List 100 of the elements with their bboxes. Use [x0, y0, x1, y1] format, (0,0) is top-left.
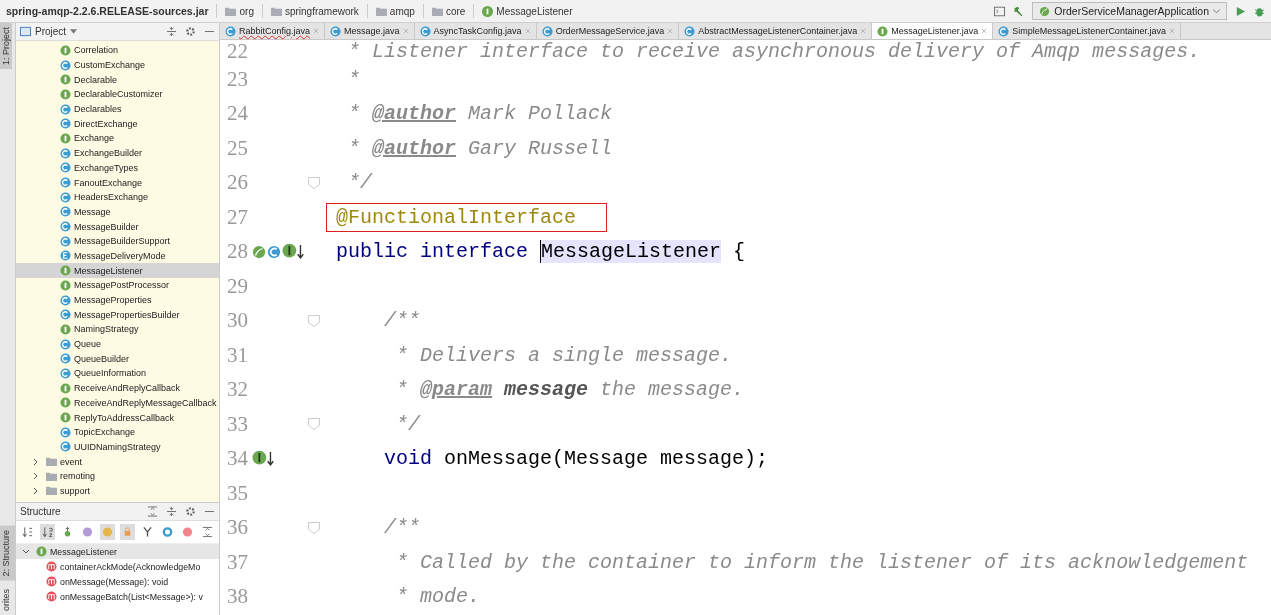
- tree-item[interactable]: CustomExchange: [16, 57, 219, 73]
- tree-item[interactable]: ReceiveAndReplyCallback: [16, 380, 219, 396]
- implemented-arrow-icon[interactable]: [252, 450, 276, 468]
- implemented-arrow-icon[interactable]: [282, 243, 306, 261]
- tree-item[interactable]: Correlation: [16, 43, 219, 58]
- bug-icon[interactable]: [1254, 5, 1265, 17]
- class-icon: [60, 206, 71, 218]
- interface-icon: [60, 74, 71, 86]
- editor-tab[interactable]: RabbitConfig.java: [220, 23, 326, 39]
- class-icon[interactable]: [267, 244, 281, 259]
- side-tab[interactable]: orites: [0, 585, 15, 615]
- close-icon[interactable]: [524, 28, 531, 34]
- tree-item[interactable]: MessageProperties: [16, 292, 219, 308]
- ring-icon[interactable]: [160, 524, 175, 540]
- interface-icon: [60, 44, 71, 56]
- editor-tab[interactable]: OrderMessageService.java: [536, 23, 680, 39]
- tree-item[interactable]: Declarables: [16, 101, 219, 117]
- sort-alphabetically-icon[interactable]: [40, 524, 55, 540]
- collapse-icon[interactable]: [166, 26, 177, 37]
- tree-item[interactable]: HeadersExchange: [16, 189, 219, 205]
- tree-item[interactable]: MessagePostProcessor: [16, 278, 219, 293]
- close-icon[interactable]: [1168, 28, 1175, 34]
- tree-item[interactable]: DirectExchange: [16, 116, 219, 132]
- tree-item[interactable]: remoting: [16, 468, 219, 484]
- line-number: 35: [226, 480, 248, 506]
- tree-item[interactable]: NamingStrategy: [16, 322, 219, 337]
- close-icon[interactable]: [860, 28, 867, 34]
- tree-item[interactable]: FanoutExchange: [16, 175, 219, 190]
- editor-tab[interactable]: Message.java: [325, 23, 415, 39]
- tree-item[interactable]: QueueInformation: [16, 366, 219, 381]
- chevron-down-icon[interactable]: [22, 547, 30, 556]
- line-number: 30: [226, 308, 248, 334]
- side-tab[interactable]: 1: Project: [0, 23, 12, 70]
- fold-marker-icon[interactable]: [308, 521, 320, 534]
- chevron-right-icon[interactable]: [32, 472, 40, 481]
- tree-item[interactable]: UUIDNamingStrategy: [16, 439, 219, 455]
- tree-item[interactable]: MessageBuilder: [16, 219, 219, 234]
- interface-icon: [60, 88, 71, 100]
- class-icon: [60, 59, 71, 71]
- tree-item[interactable]: ReceiveAndReplyMessageCallback: [16, 395, 219, 411]
- structure-item[interactable]: MessageListener: [16, 544, 219, 559]
- tree-item[interactable]: Message: [16, 204, 219, 220]
- interface-icon: [60, 397, 71, 409]
- structure-item[interactable]: onMessageBatch(List<Message>): v: [16, 589, 219, 604]
- tree-item[interactable]: DeclarableCustomizer: [16, 87, 219, 102]
- structure-item[interactable]: containerAckMode(AcknowledgeMo: [16, 559, 219, 574]
- window-icon: [20, 26, 31, 37]
- class-icon: [60, 177, 71, 189]
- tree-item[interactable]: MessageListener: [16, 263, 219, 278]
- class-icon: [419, 25, 431, 37]
- collapse-icon[interactable]: [166, 506, 177, 517]
- close-icon[interactable]: [402, 28, 409, 34]
- terminal-icon[interactable]: [994, 5, 1006, 17]
- editor-tab[interactable]: AsyncTaskConfig.java: [414, 23, 537, 39]
- lock-icon[interactable]: [120, 524, 135, 540]
- breadcrumb-item[interactable]: spring-amqp-2.2.6.RELEASE-sources.jar: [6, 5, 209, 17]
- panel-title[interactable]: Project: [20, 26, 78, 37]
- tree-item[interactable]: ExchangeBuilder: [16, 145, 219, 161]
- expand-icon[interactable]: [200, 524, 215, 540]
- tree-item[interactable]: ReplyToAddressCallback: [16, 410, 219, 425]
- tree-item[interactable]: ExchangeTypes: [16, 160, 219, 176]
- tree-item[interactable]: event: [16, 454, 219, 469]
- breadcrumb-item[interactable]: amqp: [375, 5, 415, 17]
- tree-item[interactable]: MessageBuilderSupport: [16, 233, 219, 249]
- chevron-right-icon[interactable]: [32, 457, 40, 466]
- tree-item[interactable]: Declarable: [16, 72, 219, 88]
- expand-icon[interactable]: [147, 506, 158, 517]
- run-configuration-dropdown[interactable]: OrderServiceManagerApplication: [1032, 2, 1227, 20]
- tree-item[interactable]: MessagePropertiesBuilder: [16, 307, 219, 323]
- close-icon[interactable]: [981, 28, 988, 34]
- fold-marker-icon[interactable]: [308, 314, 320, 327]
- line-number: 23: [226, 66, 248, 92]
- run-icon[interactable]: [1235, 5, 1246, 17]
- tree-item[interactable]: QueueBuilder: [16, 351, 219, 367]
- side-tab[interactable]: 2: Structure: [0, 526, 15, 581]
- tree-item[interactable]: Queue: [16, 336, 219, 352]
- tree-item[interactable]: support: [16, 483, 219, 499]
- code-line: /**: [383, 308, 421, 335]
- breadcrumb-item[interactable]: springframework: [270, 5, 359, 17]
- close-icon[interactable]: [667, 28, 674, 34]
- method-icon: [46, 591, 57, 602]
- editor-tab[interactable]: MessageListener.java: [872, 23, 994, 39]
- hammer-icon[interactable]: [1013, 5, 1025, 17]
- breadcrumb-item[interactable]: org: [225, 5, 254, 17]
- code-line: public interface MessageListener {: [335, 239, 747, 266]
- structure-item[interactable]: onMessage(Message): void: [16, 574, 219, 589]
- tree-item[interactable]: Exchange: [16, 131, 219, 146]
- class-icon: [60, 235, 71, 247]
- tree-item[interactable]: TopicExchange: [16, 424, 219, 440]
- fold-marker-icon[interactable]: [308, 418, 320, 431]
- breadcrumb-item[interactable]: MessageListener: [482, 5, 573, 17]
- close-icon[interactable]: [313, 28, 320, 34]
- class-icon: [60, 309, 71, 321]
- editor-tab[interactable]: SimpleMessageListenerContainer.java: [993, 23, 1181, 39]
- fold-marker-icon[interactable]: [308, 176, 320, 189]
- chevron-right-icon[interactable]: [32, 486, 40, 495]
- tree-item[interactable]: MessageDeliveryMode: [16, 248, 219, 264]
- sort-icon[interactable]: [20, 524, 35, 540]
- breadcrumb-item[interactable]: core: [431, 5, 466, 17]
- folder-icon: [431, 5, 443, 17]
